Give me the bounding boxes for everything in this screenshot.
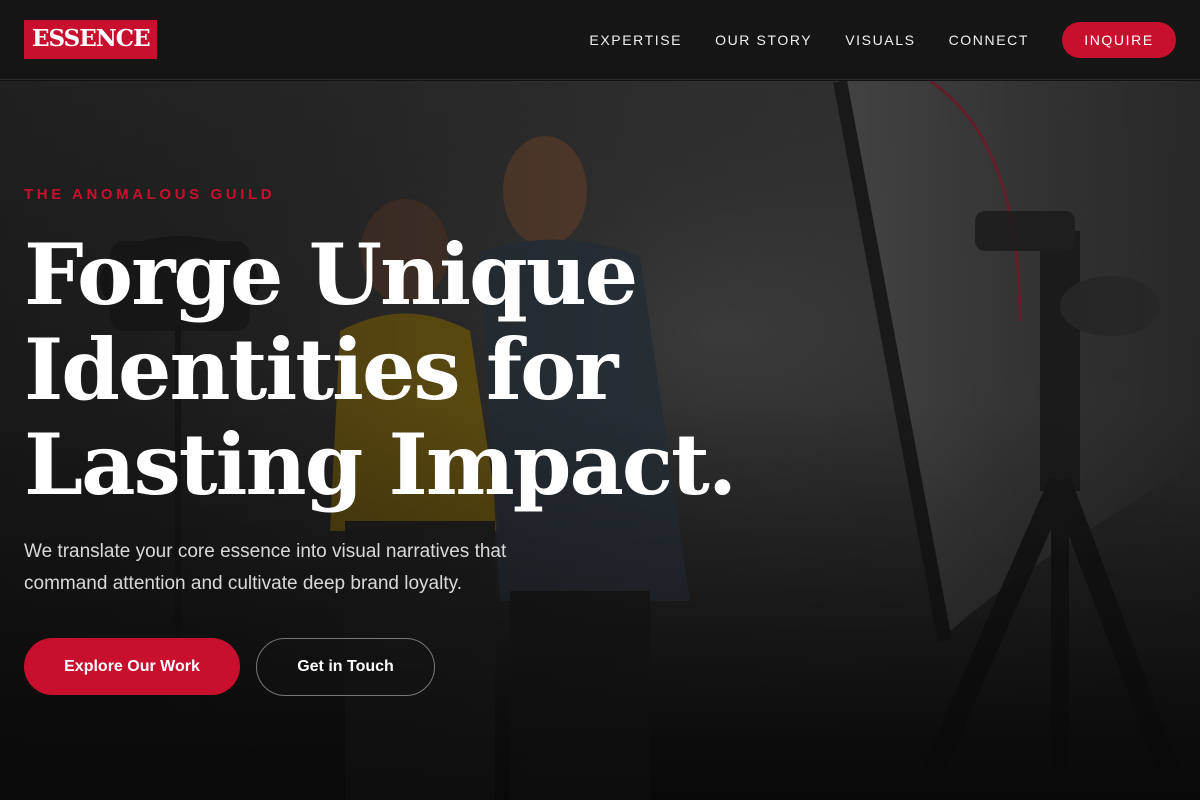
headline-line-3: Lasting Impact. (24, 415, 737, 514)
nav-link-connect[interactable]: CONNECT (949, 32, 1029, 48)
hero-headline: Forge Unique Identities for Lasting Impa… (24, 227, 764, 512)
nav-link-expertise[interactable]: EXPERTISE (589, 32, 682, 48)
explore-work-button[interactable]: Explore Our Work (24, 638, 240, 695)
site-header: ESSENCE EXPERTISE OUR STORY VISUALS CONN… (0, 0, 1200, 80)
hero-eyebrow: THE ANOMALOUS GUILD (24, 186, 276, 203)
inquire-button[interactable]: INQUIRE (1062, 21, 1176, 58)
headline-line-1: Forge Unique (24, 225, 638, 324)
nav-link-our-story[interactable]: OUR STORY (715, 32, 812, 48)
get-in-touch-button[interactable]: Get in Touch (256, 638, 435, 696)
headline-line-2: Identities for (24, 320, 618, 419)
nav-link-visuals[interactable]: VISUALS (845, 32, 915, 48)
brand-logo[interactable]: ESSENCE (24, 20, 157, 59)
hero-subtext: We translate your core essence into visu… (24, 541, 507, 594)
main-nav: EXPERTISE OUR STORY VISUALS CONNECT INQU… (556, 21, 1176, 58)
